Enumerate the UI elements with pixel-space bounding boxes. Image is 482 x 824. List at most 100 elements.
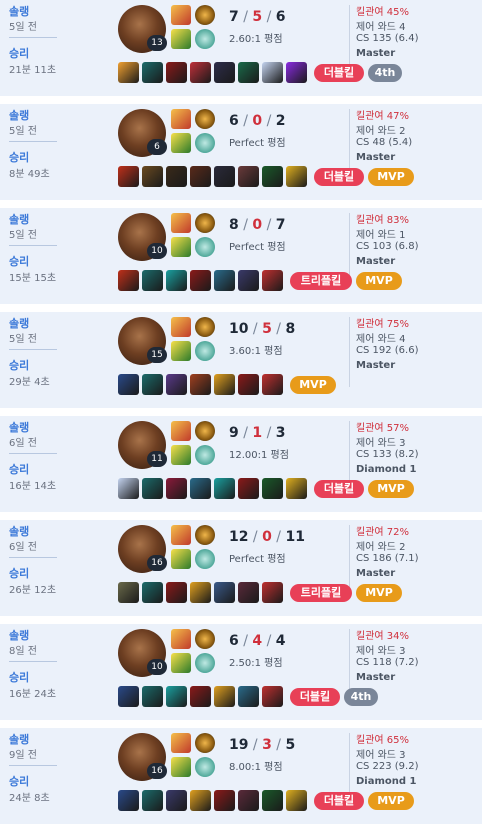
item-icon[interactable] — [286, 478, 307, 499]
item-icon[interactable] — [166, 270, 187, 291]
item-icon[interactable] — [190, 582, 211, 603]
item-icon[interactable] — [190, 270, 211, 291]
item-icon[interactable] — [118, 374, 139, 395]
item-icon[interactable] — [166, 62, 187, 83]
item-icon[interactable] — [262, 582, 283, 603]
item-icon[interactable] — [118, 686, 139, 707]
summoner-spell-ignite-icon[interactable] — [171, 733, 191, 753]
item-icon[interactable] — [142, 582, 163, 603]
item-icon[interactable] — [142, 374, 163, 395]
item-icon[interactable] — [142, 270, 163, 291]
item-icon[interactable] — [262, 686, 283, 707]
item-icon[interactable] — [238, 790, 259, 811]
summoner-spell-ignite-icon[interactable] — [171, 525, 191, 545]
summoner-spell-ignite-icon[interactable] — [171, 213, 191, 233]
item-icon[interactable] — [142, 478, 163, 499]
item-icon[interactable] — [166, 582, 187, 603]
summoner-spell-flash-icon[interactable] — [171, 549, 191, 569]
item-icon[interactable] — [238, 686, 259, 707]
summoner-spell-flash-icon[interactable] — [171, 653, 191, 673]
item-icon[interactable] — [166, 686, 187, 707]
item-icon[interactable] — [166, 790, 187, 811]
keystone-rune-icon[interactable] — [195, 733, 215, 753]
match-card[interactable]: 솔랭 5일 전 승리 21분 11초 13 7 / 5 / 6 2.60:1 평점 킬관여 4… — [0, 0, 482, 96]
keystone-rune-icon[interactable] — [195, 213, 215, 233]
item-icon[interactable] — [262, 478, 283, 499]
secondary-rune-icon[interactable] — [195, 341, 215, 361]
keystone-rune-icon[interactable] — [195, 109, 215, 129]
keystone-rune-icon[interactable] — [195, 629, 215, 649]
keystone-rune-icon[interactable] — [195, 421, 215, 441]
secondary-rune-icon[interactable] — [195, 757, 215, 777]
summoner-spell-flash-icon[interactable] — [171, 29, 191, 49]
item-icon[interactable] — [214, 374, 235, 395]
summoner-spell-ignite-icon[interactable] — [171, 5, 191, 25]
match-card[interactable]: 솔랭 5일 전 승리 15분 15초 10 8 / 0 / 7 Perfect 평점 킬관여 … — [0, 208, 482, 304]
item-icon[interactable] — [214, 62, 235, 83]
summoner-spell-flash-icon[interactable] — [171, 237, 191, 257]
item-icon[interactable] — [262, 374, 283, 395]
secondary-rune-icon[interactable] — [195, 653, 215, 673]
match-card[interactable]: 솔랭 6일 전 승리 16분 14초 11 9 / 1 / 3 12.00:1 평점 킬관여 … — [0, 416, 482, 512]
summoner-spell-flash-icon[interactable] — [171, 341, 191, 361]
item-icon[interactable] — [238, 270, 259, 291]
summoner-spell-ignite-icon[interactable] — [171, 629, 191, 649]
item-icon[interactable] — [214, 790, 235, 811]
item-icon[interactable] — [166, 166, 187, 187]
item-icon[interactable] — [142, 62, 163, 83]
match-card[interactable]: 솔랭 5일 전 승리 29분 4초 15 10 / 5 / 8 3.60:1 평점 킬관여 7… — [0, 312, 482, 408]
secondary-rune-icon[interactable] — [195, 237, 215, 257]
keystone-rune-icon[interactable] — [195, 5, 215, 25]
item-icon[interactable] — [238, 582, 259, 603]
summoner-spell-flash-icon[interactable] — [171, 757, 191, 777]
keystone-rune-icon[interactable] — [195, 525, 215, 545]
item-icon[interactable] — [286, 62, 307, 83]
item-icon[interactable] — [142, 686, 163, 707]
item-icon[interactable] — [214, 166, 235, 187]
item-icon[interactable] — [262, 62, 283, 83]
summoner-spell-ignite-icon[interactable] — [171, 109, 191, 129]
item-icon[interactable] — [190, 374, 211, 395]
item-icon[interactable] — [238, 374, 259, 395]
item-icon[interactable] — [118, 270, 139, 291]
item-icon[interactable] — [286, 166, 307, 187]
item-icon[interactable] — [166, 374, 187, 395]
summoner-spell-ignite-icon[interactable] — [171, 317, 191, 337]
summoner-spell-flash-icon[interactable] — [171, 445, 191, 465]
item-icon[interactable] — [238, 62, 259, 83]
item-icon[interactable] — [190, 478, 211, 499]
item-icon[interactable] — [142, 790, 163, 811]
item-icon[interactable] — [142, 166, 163, 187]
match-card[interactable]: 솔랭 5일 전 승리 8분 49초 6 6 / 0 / 2 Perfect 평점 킬관여 47… — [0, 104, 482, 200]
match-card[interactable]: 솔랭 6일 전 승리 26분 12초 16 12 / 0 / 11 Perfect 평점 킬관… — [0, 520, 482, 616]
secondary-rune-icon[interactable] — [195, 445, 215, 465]
secondary-rune-icon[interactable] — [195, 29, 215, 49]
match-card[interactable]: 솔랭 9일 전 승리 24분 8초 16 19 / 3 / 5 8.00:1 평점 킬관여 6… — [0, 728, 482, 824]
summoner-spell-ignite-icon[interactable] — [171, 421, 191, 441]
match-card[interactable]: 솔랭 8일 전 승리 16분 24초 10 6 / 4 / 4 2.50:1 평점 킬관여 3… — [0, 624, 482, 720]
item-icon[interactable] — [118, 62, 139, 83]
keystone-rune-icon[interactable] — [195, 317, 215, 337]
item-icon[interactable] — [190, 790, 211, 811]
secondary-rune-icon[interactable] — [195, 133, 215, 153]
item-icon[interactable] — [190, 166, 211, 187]
item-icon[interactable] — [214, 686, 235, 707]
item-icon[interactable] — [286, 790, 307, 811]
item-icon[interactable] — [262, 790, 283, 811]
item-icon[interactable] — [118, 790, 139, 811]
item-icon[interactable] — [214, 478, 235, 499]
item-icon[interactable] — [166, 478, 187, 499]
item-icon[interactable] — [118, 166, 139, 187]
item-icon[interactable] — [262, 270, 283, 291]
item-icon[interactable] — [262, 166, 283, 187]
item-icon[interactable] — [190, 686, 211, 707]
item-icon[interactable] — [190, 62, 211, 83]
item-icon[interactable] — [238, 166, 259, 187]
item-icon[interactable] — [238, 478, 259, 499]
secondary-rune-icon[interactable] — [195, 549, 215, 569]
item-icon[interactable] — [118, 582, 139, 603]
item-icon[interactable] — [214, 270, 235, 291]
item-icon[interactable] — [118, 478, 139, 499]
item-icon[interactable] — [214, 582, 235, 603]
summoner-spell-flash-icon[interactable] — [171, 133, 191, 153]
